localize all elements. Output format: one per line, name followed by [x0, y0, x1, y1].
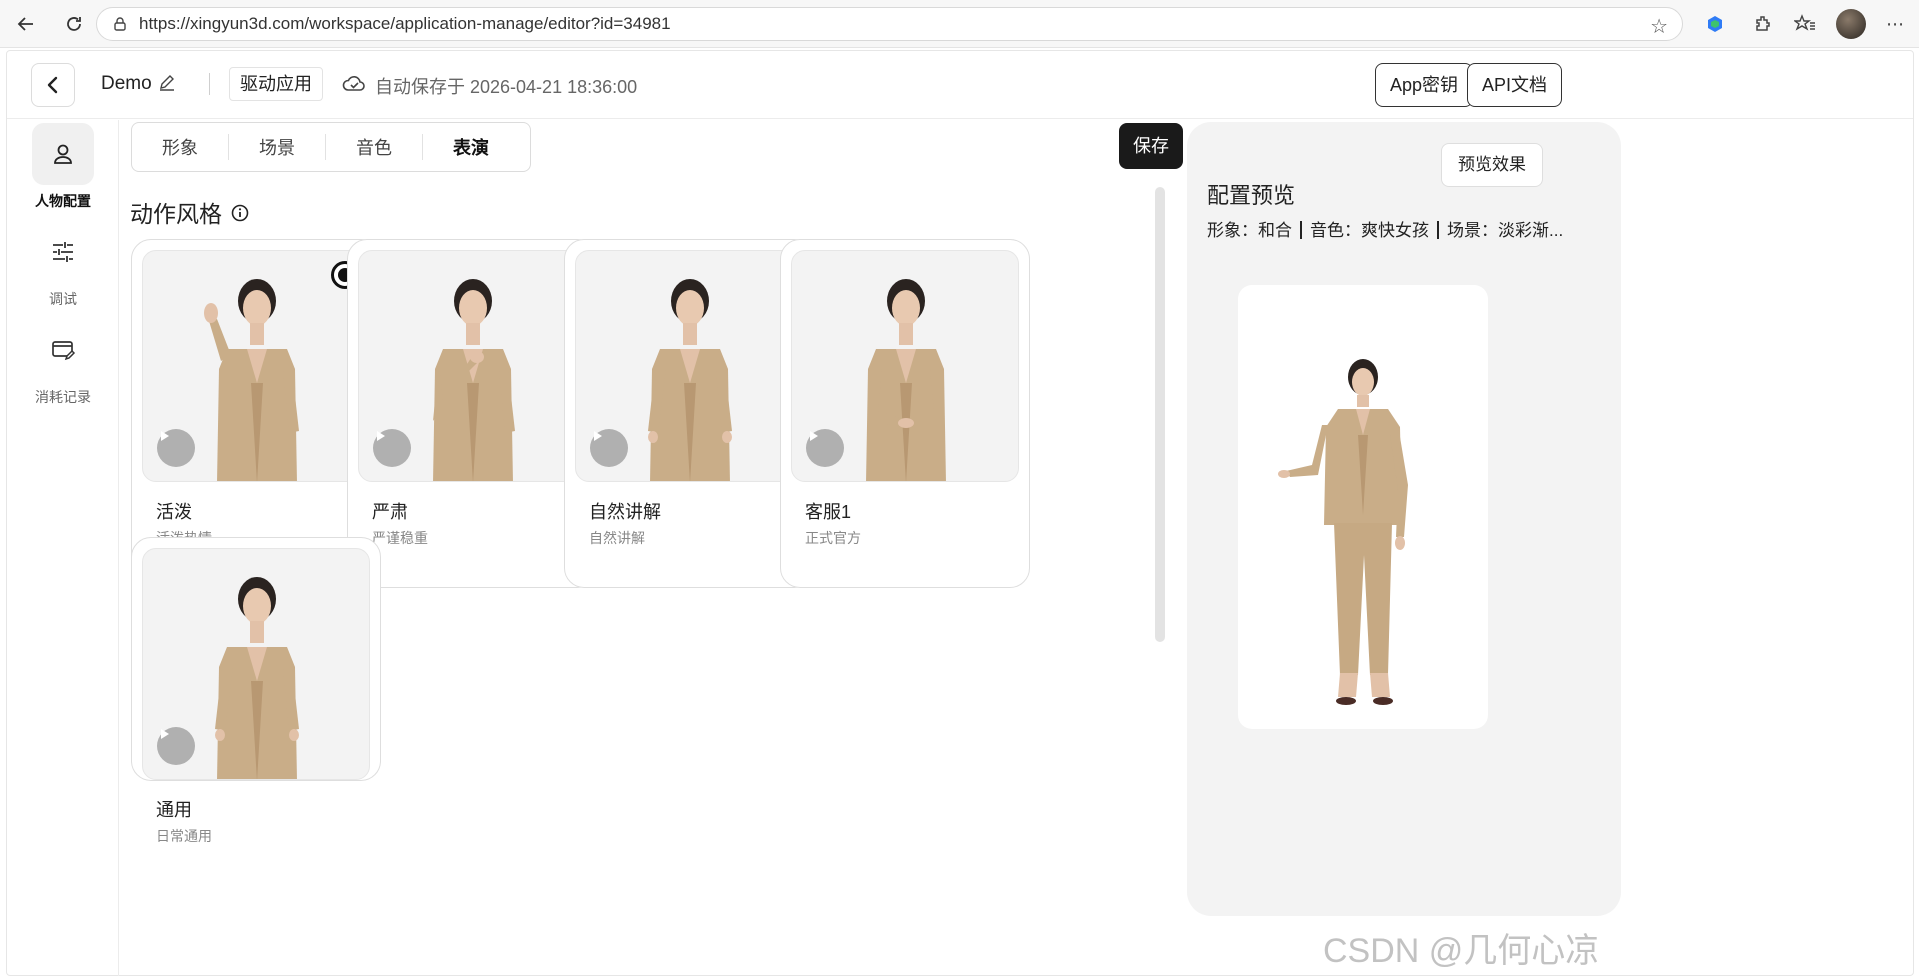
scrollbar[interactable] [1155, 187, 1165, 642]
action-style-card[interactable]: 客服1 正式官方 [780, 239, 1030, 588]
config-tabs: 形象 场景 音色 表演 [131, 122, 531, 172]
style-name: 活泼 [156, 502, 192, 522]
app-type-tag: 驱动应用 [229, 67, 323, 101]
style-thumbnail [791, 250, 1019, 482]
sidebar-item-debug[interactable]: 调试 [7, 221, 119, 309]
play-icon[interactable] [157, 429, 195, 467]
preview-effect-button[interactable]: 预览效果 [1441, 143, 1543, 187]
play-icon[interactable] [590, 429, 628, 467]
left-sidebar: 人物配置 调试 消耗记录 [7, 120, 119, 976]
reload-icon[interactable] [58, 8, 90, 40]
edit-pencil-icon[interactable] [157, 73, 177, 93]
play-icon[interactable] [373, 429, 411, 467]
preview-scene: 场景：淡彩渐... [1447, 221, 1564, 240]
lock-icon [111, 15, 129, 33]
more-menu-icon[interactable]: ⋯ [1880, 9, 1910, 39]
style-thumbnail [575, 250, 803, 482]
back-arrow-icon[interactable] [10, 8, 42, 40]
style-name: 自然讲解 [589, 502, 661, 522]
style-description: 严谨稳重 [372, 530, 428, 546]
address-bar[interactable]: https://xingyun3d.com/workspace/applicat… [96, 7, 1683, 41]
preview-appearance: 形象：和合 [1207, 221, 1292, 240]
style-thumbnail [358, 250, 586, 482]
tab-performance[interactable]: 表演 [423, 134, 519, 160]
card-edit-icon [32, 319, 94, 381]
style-name: 客服1 [805, 502, 852, 522]
info-icon[interactable] [230, 202, 250, 222]
action-style-card[interactable]: 严肃 严谨稳重 [347, 239, 597, 588]
divider [1437, 221, 1439, 239]
person-icon [32, 123, 94, 185]
preview-summary: 形象：和合 音色：爽快女孩 场景：淡彩渐... [1207, 216, 1563, 241]
style-thumbnail [142, 548, 370, 780]
extension-shield-icon[interactable] [1700, 9, 1730, 39]
tab-scene[interactable]: 场景 [229, 134, 325, 160]
header-divider [209, 73, 210, 95]
watermark-text: CSDN @几何心凉 [1323, 932, 1600, 970]
preview-voice: 音色：爽快女孩 [1310, 221, 1429, 240]
sidebar-item-label: 人物配置 [35, 193, 91, 209]
section-title: 动作风格 [130, 195, 250, 229]
section-title-text: 动作风格 [130, 201, 222, 227]
avatar-preview-stage [1238, 285, 1488, 729]
style-description: 日常通用 [156, 828, 212, 844]
style-thumbnail [142, 250, 370, 482]
tab-voice[interactable]: 音色 [326, 134, 422, 160]
url-text[interactable]: https://xingyun3d.com/workspace/applicat… [139, 14, 671, 34]
bookmark-star-icon[interactable]: ☆ [1650, 14, 1668, 39]
play-icon[interactable] [157, 727, 195, 765]
preview-title: 配置预览 [1207, 183, 1296, 208]
extensions-puzzle-icon[interactable] [1748, 9, 1778, 39]
save-button[interactable]: 保存 [1119, 123, 1183, 169]
sidebar-item-usage-records[interactable]: 消耗记录 [7, 319, 119, 407]
tab-appearance[interactable]: 形象 [132, 134, 228, 160]
style-name: 通用 [156, 800, 192, 820]
action-style-card[interactable]: 通用 日常通用 [131, 537, 381, 844]
avatar-full-body-figure [1278, 359, 1408, 705]
app-key-button[interactable]: App密钥 [1375, 63, 1474, 107]
style-name: 严肃 [372, 502, 408, 522]
sidebar-item-label: 消耗记录 [35, 389, 91, 405]
autosave-status: 自动保存于 2026-04-21 18:36:00 [375, 77, 638, 97]
style-description: 自然讲解 [589, 530, 645, 546]
browser-toolbar: https://xingyun3d.com/workspace/applicat… [0, 0, 1919, 48]
favorites-icon[interactable] [1790, 9, 1820, 39]
chevron-left-icon [47, 76, 58, 94]
profile-avatar[interactable] [1836, 9, 1866, 39]
sidebar-item-character-config[interactable]: 人物配置 [7, 123, 119, 211]
app-header: Demo 驱动应用 自动保存于 2026-04-21 18:36:00 App密… [7, 51, 1913, 119]
sidebar-item-label: 调试 [49, 291, 77, 307]
app-window: Demo 驱动应用 自动保存于 2026-04-21 18:36:00 App密… [6, 50, 1914, 976]
action-style-card[interactable]: 自然讲解 自然讲解 [564, 239, 814, 588]
style-description: 正式官方 [805, 530, 861, 546]
play-icon[interactable] [806, 429, 844, 467]
action-style-card[interactable]: 活泼活泼热情 [131, 239, 381, 588]
preview-panel: 预览效果 配置预览 形象：和合 音色：爽快女孩 场景：淡彩渐... [1187, 122, 1621, 916]
back-button[interactable] [31, 63, 75, 107]
sliders-icon [32, 221, 94, 283]
app-name: Demo [101, 73, 152, 94]
divider [1300, 221, 1302, 239]
api-docs-button[interactable]: API文档 [1467, 63, 1563, 107]
cloud-save-icon [341, 71, 367, 97]
